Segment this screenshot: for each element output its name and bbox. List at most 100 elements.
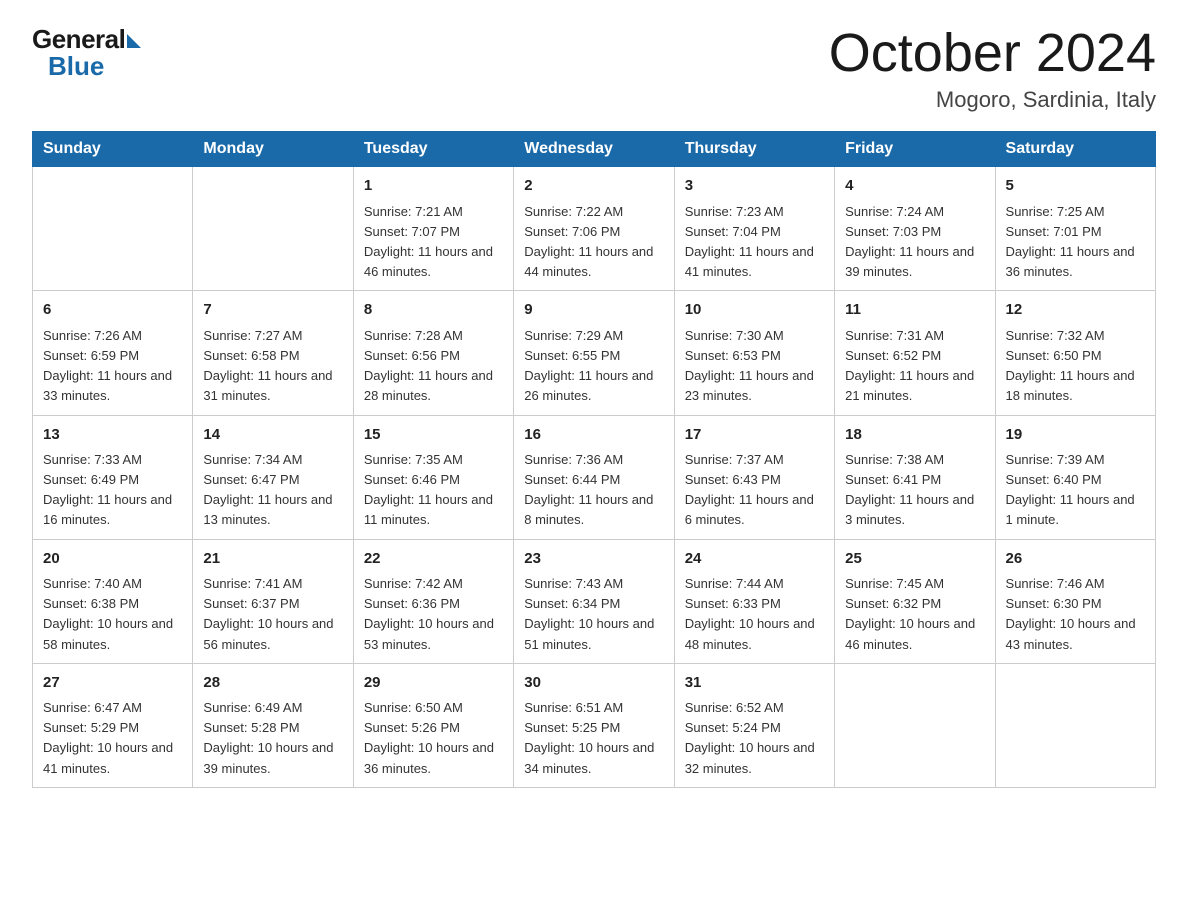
day-info: Sunrise: 7:30 AMSunset: 6:53 PMDaylight:… — [685, 326, 824, 407]
header-sunday: Sunday — [33, 132, 193, 167]
day-number: 21 — [203, 548, 342, 571]
day-number: 13 — [43, 424, 182, 447]
day-info: Sunrise: 7:43 AMSunset: 6:34 PMDaylight:… — [524, 574, 663, 655]
day-number: 26 — [1006, 548, 1145, 571]
day-info: Sunrise: 7:26 AMSunset: 6:59 PMDaylight:… — [43, 326, 182, 407]
day-number: 7 — [203, 299, 342, 322]
calendar-cell — [835, 663, 995, 787]
day-info: Sunrise: 7:32 AMSunset: 6:50 PMDaylight:… — [1006, 326, 1145, 407]
day-info: Sunrise: 7:39 AMSunset: 6:40 PMDaylight:… — [1006, 450, 1145, 531]
calendar-cell: 5Sunrise: 7:25 AMSunset: 7:01 PMDaylight… — [995, 167, 1155, 291]
main-title: October 2024 — [829, 24, 1156, 83]
day-info: Sunrise: 7:24 AMSunset: 7:03 PMDaylight:… — [845, 202, 984, 283]
day-number: 27 — [43, 672, 182, 695]
day-number: 31 — [685, 672, 824, 695]
day-info: Sunrise: 7:45 AMSunset: 6:32 PMDaylight:… — [845, 574, 984, 655]
header-friday: Friday — [835, 132, 995, 167]
calendar-cell: 4 Sunrise: 7:24 AMSunset: 7:03 PMDaylight… — [835, 167, 995, 291]
calendar-cell: 30Sunrise: 6:51 AMSunset: 5:25 PMDayligh… — [514, 663, 674, 787]
day-info: Sunrise: 6:50 AMSunset: 5:26 PMDaylight:… — [364, 698, 503, 779]
day-number: 25 — [845, 548, 984, 571]
day-info: Sunrise: 7:42 AMSunset: 6:36 PMDaylight:… — [364, 574, 503, 655]
day-info: Sunrise: 7:31 AMSunset: 6:52 PMDaylight:… — [845, 326, 984, 407]
subtitle: Mogoro, Sardinia, Italy — [829, 87, 1156, 113]
day-number: 28 — [203, 672, 342, 695]
day-number: 23 — [524, 548, 663, 571]
day-number: 4 — [845, 175, 984, 198]
calendar-cell — [995, 663, 1155, 787]
calendar-cell: 11 Sunrise: 7:31 AMSunset: 6:52 PMDayligh… — [835, 291, 995, 415]
calendar-week-row: 1Sunrise: 7:21 AMSunset: 7:07 PMDaylight… — [33, 167, 1156, 291]
calendar-week-row: 13 Sunrise: 7:33 AMSunset: 6:49 PMDayligh… — [33, 415, 1156, 539]
day-number: 2 — [524, 175, 663, 198]
calendar-cell: 7 Sunrise: 7:27 AMSunset: 6:58 PMDaylight… — [193, 291, 353, 415]
calendar-cell: 9Sunrise: 7:29 AMSunset: 6:55 PMDaylight… — [514, 291, 674, 415]
day-info: Sunrise: 6:49 AMSunset: 5:28 PMDaylight:… — [203, 698, 342, 779]
header-monday: Monday — [193, 132, 353, 167]
day-info: Sunrise: 7:33 AMSunset: 6:49 PMDaylight:… — [43, 450, 182, 531]
calendar-cell: 23 Sunrise: 7:43 AMSunset: 6:34 PMDayligh… — [514, 539, 674, 663]
calendar-cell: 21 Sunrise: 7:41 AMSunset: 6:37 PMDayligh… — [193, 539, 353, 663]
calendar-cell: 22Sunrise: 7:42 AMSunset: 6:36 PMDayligh… — [353, 539, 513, 663]
day-info: Sunrise: 7:35 AMSunset: 6:46 PMDaylight:… — [364, 450, 503, 531]
day-info: Sunrise: 6:52 AMSunset: 5:24 PMDaylight:… — [685, 698, 824, 779]
calendar-week-row: 20 Sunrise: 7:40 AMSunset: 6:38 PMDayligh… — [33, 539, 1156, 663]
calendar-week-row: 6 Sunrise: 7:26 AMSunset: 6:59 PMDaylight… — [33, 291, 1156, 415]
calendar-cell: 26 Sunrise: 7:46 AMSunset: 6:30 PMDayligh… — [995, 539, 1155, 663]
calendar-cell: 17 Sunrise: 7:37 AMSunset: 6:43 PMDayligh… — [674, 415, 834, 539]
day-info: Sunrise: 7:44 AMSunset: 6:33 PMDaylight:… — [685, 574, 824, 655]
calendar-cell: 8Sunrise: 7:28 AMSunset: 6:56 PMDaylight… — [353, 291, 513, 415]
logo-triangle-icon — [127, 34, 141, 48]
day-number: 19 — [1006, 424, 1145, 447]
day-number: 30 — [524, 672, 663, 695]
title-block: October 2024 Mogoro, Sardinia, Italy — [829, 24, 1156, 113]
day-number: 16 — [524, 424, 663, 447]
calendar-cell: 13 Sunrise: 7:33 AMSunset: 6:49 PMDayligh… — [33, 415, 193, 539]
day-number: 14 — [203, 424, 342, 447]
calendar-cell: 15 Sunrise: 7:35 AMSunset: 6:46 PMDayligh… — [353, 415, 513, 539]
day-info: Sunrise: 7:28 AMSunset: 6:56 PMDaylight:… — [364, 326, 503, 407]
calendar-cell: 3 Sunrise: 7:23 AMSunset: 7:04 PMDaylight… — [674, 167, 834, 291]
day-info: Sunrise: 7:37 AMSunset: 6:43 PMDaylight:… — [685, 450, 824, 531]
day-info: Sunrise: 7:27 AMSunset: 6:58 PMDaylight:… — [203, 326, 342, 407]
day-info: Sunrise: 7:23 AMSunset: 7:04 PMDaylight:… — [685, 202, 824, 283]
day-number: 11 — [845, 299, 984, 322]
day-info: Sunrise: 7:41 AMSunset: 6:37 PMDaylight:… — [203, 574, 342, 655]
day-info: Sunrise: 6:47 AMSunset: 5:29 PMDaylight:… — [43, 698, 182, 779]
header-thursday: Thursday — [674, 132, 834, 167]
calendar-cell: 19 Sunrise: 7:39 AMSunset: 6:40 PMDayligh… — [995, 415, 1155, 539]
day-info: Sunrise: 7:40 AMSunset: 6:38 PMDaylight:… — [43, 574, 182, 655]
calendar-cell: 20 Sunrise: 7:40 AMSunset: 6:38 PMDayligh… — [33, 539, 193, 663]
calendar-cell: 18Sunrise: 7:38 AMSunset: 6:41 PMDayligh… — [835, 415, 995, 539]
header-tuesday: Tuesday — [353, 132, 513, 167]
calendar-cell: 25 Sunrise: 7:45 AMSunset: 6:32 PMDayligh… — [835, 539, 995, 663]
calendar-cell: 29Sunrise: 6:50 AMSunset: 5:26 PMDayligh… — [353, 663, 513, 787]
calendar-cell: 16Sunrise: 7:36 AMSunset: 6:44 PMDayligh… — [514, 415, 674, 539]
calendar-cell: 14 Sunrise: 7:34 AMSunset: 6:47 PMDayligh… — [193, 415, 353, 539]
calendar-header-row: SundayMondayTuesdayWednesdayThursdayFrid… — [33, 132, 1156, 167]
calendar-cell — [193, 167, 353, 291]
day-info: Sunrise: 7:38 AMSunset: 6:41 PMDaylight:… — [845, 450, 984, 531]
day-number: 12 — [1006, 299, 1145, 322]
day-number: 6 — [43, 299, 182, 322]
day-number: 20 — [43, 548, 182, 571]
calendar-cell: 12 Sunrise: 7:32 AMSunset: 6:50 PMDayligh… — [995, 291, 1155, 415]
day-info: Sunrise: 7:29 AMSunset: 6:55 PMDaylight:… — [524, 326, 663, 407]
day-number: 15 — [364, 424, 503, 447]
header-wednesday: Wednesday — [514, 132, 674, 167]
logo-blue-text: Blue — [48, 51, 104, 82]
day-number: 17 — [685, 424, 824, 447]
day-info: Sunrise: 7:25 AMSunset: 7:01 PMDaylight:… — [1006, 202, 1145, 283]
calendar-cell: 2 Sunrise: 7:22 AMSunset: 7:06 PMDaylight… — [514, 167, 674, 291]
day-info: Sunrise: 7:34 AMSunset: 6:47 PMDaylight:… — [203, 450, 342, 531]
calendar-cell: 1Sunrise: 7:21 AMSunset: 7:07 PMDaylight… — [353, 167, 513, 291]
calendar-table: SundayMondayTuesdayWednesdayThursdayFrid… — [32, 131, 1156, 787]
page-header: General Blue October 2024 Mogoro, Sardin… — [32, 24, 1156, 113]
calendar-cell: 28 Sunrise: 6:49 AMSunset: 5:28 PMDayligh… — [193, 663, 353, 787]
day-number: 3 — [685, 175, 824, 198]
day-info: Sunrise: 7:46 AMSunset: 6:30 PMDaylight:… — [1006, 574, 1145, 655]
day-info: Sunrise: 7:22 AMSunset: 7:06 PMDaylight:… — [524, 202, 663, 283]
calendar-cell: 27 Sunrise: 6:47 AMSunset: 5:29 PMDayligh… — [33, 663, 193, 787]
calendar-cell: 24Sunrise: 7:44 AMSunset: 6:33 PMDayligh… — [674, 539, 834, 663]
calendar-cell: 31 Sunrise: 6:52 AMSunset: 5:24 PMDayligh… — [674, 663, 834, 787]
